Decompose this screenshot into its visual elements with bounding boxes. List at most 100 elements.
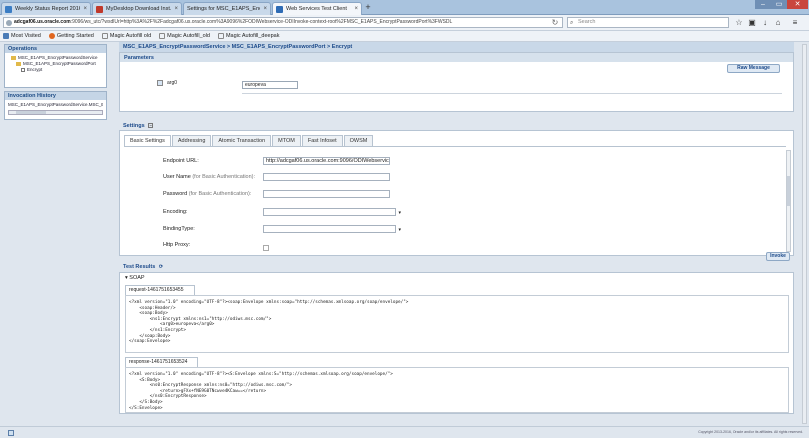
arg0-input[interactable]: europeva bbox=[242, 81, 298, 89]
dropdown-arrow-icon: ▾ bbox=[398, 227, 401, 233]
dropdown-arrow-icon: ▾ bbox=[398, 210, 401, 216]
username-input[interactable] bbox=[263, 173, 390, 181]
endpoint-label: Endpoint URL: bbox=[163, 158, 199, 164]
encoding-label: Encoding: bbox=[163, 209, 188, 215]
browser-tab-settings[interactable]: Settings for MSC_E1APS_Encryp... × bbox=[183, 2, 271, 15]
browser-tab-mydesktop[interactable]: MyDesktop Download Inst... × bbox=[92, 2, 182, 15]
http-proxy-checkbox[interactable] bbox=[263, 245, 269, 251]
close-icon[interactable]: × bbox=[354, 6, 358, 12]
document-icon bbox=[5, 5, 12, 13]
test-results-section: ▾ SOAP request-1461751653455 <?xml versi… bbox=[119, 272, 794, 414]
tree-item-operation[interactable]: Encrypt bbox=[8, 67, 103, 73]
close-icon[interactable]: × bbox=[83, 6, 87, 12]
page-content: Operations MSC_E1APS_EncryptPasswordServ… bbox=[0, 42, 809, 426]
close-icon[interactable]: × bbox=[174, 6, 178, 12]
tree-item-port[interactable]: MSC_E1APS_EncryptPasswordPort bbox=[8, 61, 103, 67]
browser-nav-bar: adcgaf06.us.oracle.com:9096/ws_utc/?wsdl… bbox=[0, 15, 809, 31]
copyright-text: Copyright 2013-2016, Oracle and/or its a… bbox=[698, 430, 803, 434]
tab-owsm[interactable]: OWSM bbox=[343, 135, 374, 146]
browser-tab-weekly-status[interactable]: Weekly Status Report 2016-... × bbox=[1, 2, 91, 15]
tab-atomic-transaction[interactable]: Atomic Transaction bbox=[212, 135, 272, 146]
response-xml: <?xml version="1.0" encoding="UTF-8"?><S… bbox=[125, 367, 789, 413]
reload-icon[interactable]: ↻ bbox=[550, 18, 560, 28]
collapse-icon[interactable]: − bbox=[148, 123, 154, 128]
parameters-section: Parameters Raw Message arg0 europeva bbox=[119, 52, 794, 112]
operations-title: Operations bbox=[5, 45, 106, 53]
breadcrumb: MSC_E1APS_EncryptPasswordService > MSC_E… bbox=[119, 42, 794, 52]
operation-icon bbox=[21, 68, 25, 72]
bookmark-magic-autofill-deepak[interactable]: Magic Autofill_deepak bbox=[217, 33, 279, 39]
page-icon bbox=[101, 33, 108, 39]
url-bar[interactable]: adcgaf06.us.oracle.com:9096/ws_utc/?wsdl… bbox=[3, 17, 563, 28]
download-icon[interactable]: ↓ bbox=[760, 18, 770, 28]
site-info-icon[interactable] bbox=[6, 20, 12, 26]
divider bbox=[124, 146, 786, 147]
soap-toggle[interactable]: ▾ SOAP bbox=[125, 275, 145, 281]
window-close-icon[interactable]: ✕ bbox=[787, 0, 808, 9]
divider bbox=[242, 93, 782, 94]
password-input[interactable] bbox=[263, 190, 390, 198]
home-icon[interactable]: ⌂ bbox=[773, 18, 783, 28]
page-icon bbox=[217, 33, 224, 39]
arg0-checkbox[interactable] bbox=[157, 80, 163, 86]
test-results-header: Test Results ⟳ bbox=[119, 262, 794, 271]
settings-tabs: Basic Settings Addressing Atomic Transac… bbox=[124, 135, 374, 146]
password-label: Password (for Basic Authentication): bbox=[163, 191, 252, 197]
tab-fast-infoset[interactable]: Fast Infoset bbox=[301, 135, 343, 146]
tab-basic-settings[interactable]: Basic Settings bbox=[124, 135, 171, 146]
tab-addressing[interactable]: Addressing bbox=[171, 135, 212, 146]
refresh-icon[interactable]: ⟳ bbox=[159, 264, 163, 270]
left-panel: Operations MSC_E1APS_EncryptPasswordServ… bbox=[4, 44, 107, 123]
minimize-icon[interactable]: – bbox=[755, 0, 771, 9]
bookmark-most-visited[interactable]: Most Visited bbox=[3, 33, 41, 39]
menu-icon[interactable]: ≡ bbox=[790, 18, 800, 28]
bookmark-folder-icon bbox=[3, 33, 9, 39]
invocation-history-title: Invocation History bbox=[5, 92, 106, 100]
invocation-history-panel: Invocation History MSC_E1APS_EncryptPass… bbox=[4, 91, 107, 120]
folder-icon bbox=[16, 62, 21, 66]
response-tab[interactable]: response-1461751653524 bbox=[125, 357, 198, 367]
search-icon: ⌕ bbox=[570, 20, 574, 26]
tab-mtom[interactable]: MTOM bbox=[272, 135, 301, 146]
search-bar[interactable]: ⌕ Search bbox=[567, 17, 729, 28]
clipboard-icon[interactable]: ▣ bbox=[747, 18, 757, 28]
web-service-icon bbox=[276, 5, 283, 13]
expand-arrow-icon: ▾ bbox=[125, 275, 128, 281]
invoke-button[interactable]: Invoke bbox=[766, 252, 790, 261]
encoding-select[interactable]: ▾ bbox=[263, 208, 401, 216]
username-label: User Name (for Basic Authentication): bbox=[163, 174, 256, 180]
history-item[interactable]: MSC_E1APS_EncryptPasswordService.MSC_E1A bbox=[8, 102, 103, 108]
restore-icon[interactable]: ▭ bbox=[771, 0, 787, 9]
page-scrollbar[interactable] bbox=[802, 44, 807, 424]
status-icon bbox=[8, 430, 14, 436]
bookmark-magic-autofill-old[interactable]: Magic Autofill old bbox=[101, 33, 151, 39]
mail-icon bbox=[96, 5, 103, 13]
binding-type-label: BindingType: bbox=[163, 226, 195, 232]
history-scrollbar[interactable] bbox=[8, 110, 103, 115]
settings-header[interactable]: Settings − bbox=[119, 121, 794, 130]
browser-tab-bar: Weekly Status Report 2016-... × MyDeskto… bbox=[0, 0, 809, 15]
binding-type-select[interactable]: ▾ bbox=[263, 225, 401, 233]
settings-scrollbar[interactable] bbox=[786, 150, 791, 252]
status-bar: Copyright 2013-2016, Oracle and/or its a… bbox=[0, 426, 809, 438]
http-proxy-label: Http Proxy: bbox=[163, 242, 191, 248]
raw-message-button[interactable]: Raw Message bbox=[727, 64, 780, 73]
parameters-title: Parameters bbox=[120, 53, 793, 62]
request-xml: <?xml version="1.0" encoding="UTF-8"?><s… bbox=[125, 295, 789, 353]
bookmark-getting-started[interactable]: Getting Started bbox=[48, 33, 94, 39]
request-tab[interactable]: request-1461751653455 bbox=[125, 285, 195, 295]
bookmarks-bar: Most Visited Getting Started Magic Autof… bbox=[0, 31, 809, 42]
operations-panel: Operations MSC_E1APS_EncryptPasswordServ… bbox=[4, 44, 107, 88]
main-panel: MSC_E1APS_EncryptPasswordService > MSC_E… bbox=[119, 42, 794, 426]
endpoint-url-input[interactable]: http://adcgaf06.us.oracle.com:9096/ODIWe… bbox=[263, 157, 390, 165]
firefox-icon bbox=[48, 33, 55, 39]
page-icon bbox=[159, 33, 166, 39]
close-icon[interactable]: × bbox=[263, 6, 267, 12]
arg0-label: arg0 bbox=[167, 80, 178, 86]
new-tab-icon[interactable]: + bbox=[363, 3, 373, 13]
settings-section: Basic Settings Addressing Atomic Transac… bbox=[119, 130, 794, 256]
browser-tab-web-services-test-client[interactable]: Web Services Test Client × bbox=[272, 2, 362, 15]
bookmark-magic-autofill-old2[interactable]: Magic Autofill_old bbox=[159, 33, 210, 39]
folder-icon bbox=[11, 56, 16, 60]
bookmark-star-icon[interactable]: ☆ bbox=[734, 18, 744, 28]
